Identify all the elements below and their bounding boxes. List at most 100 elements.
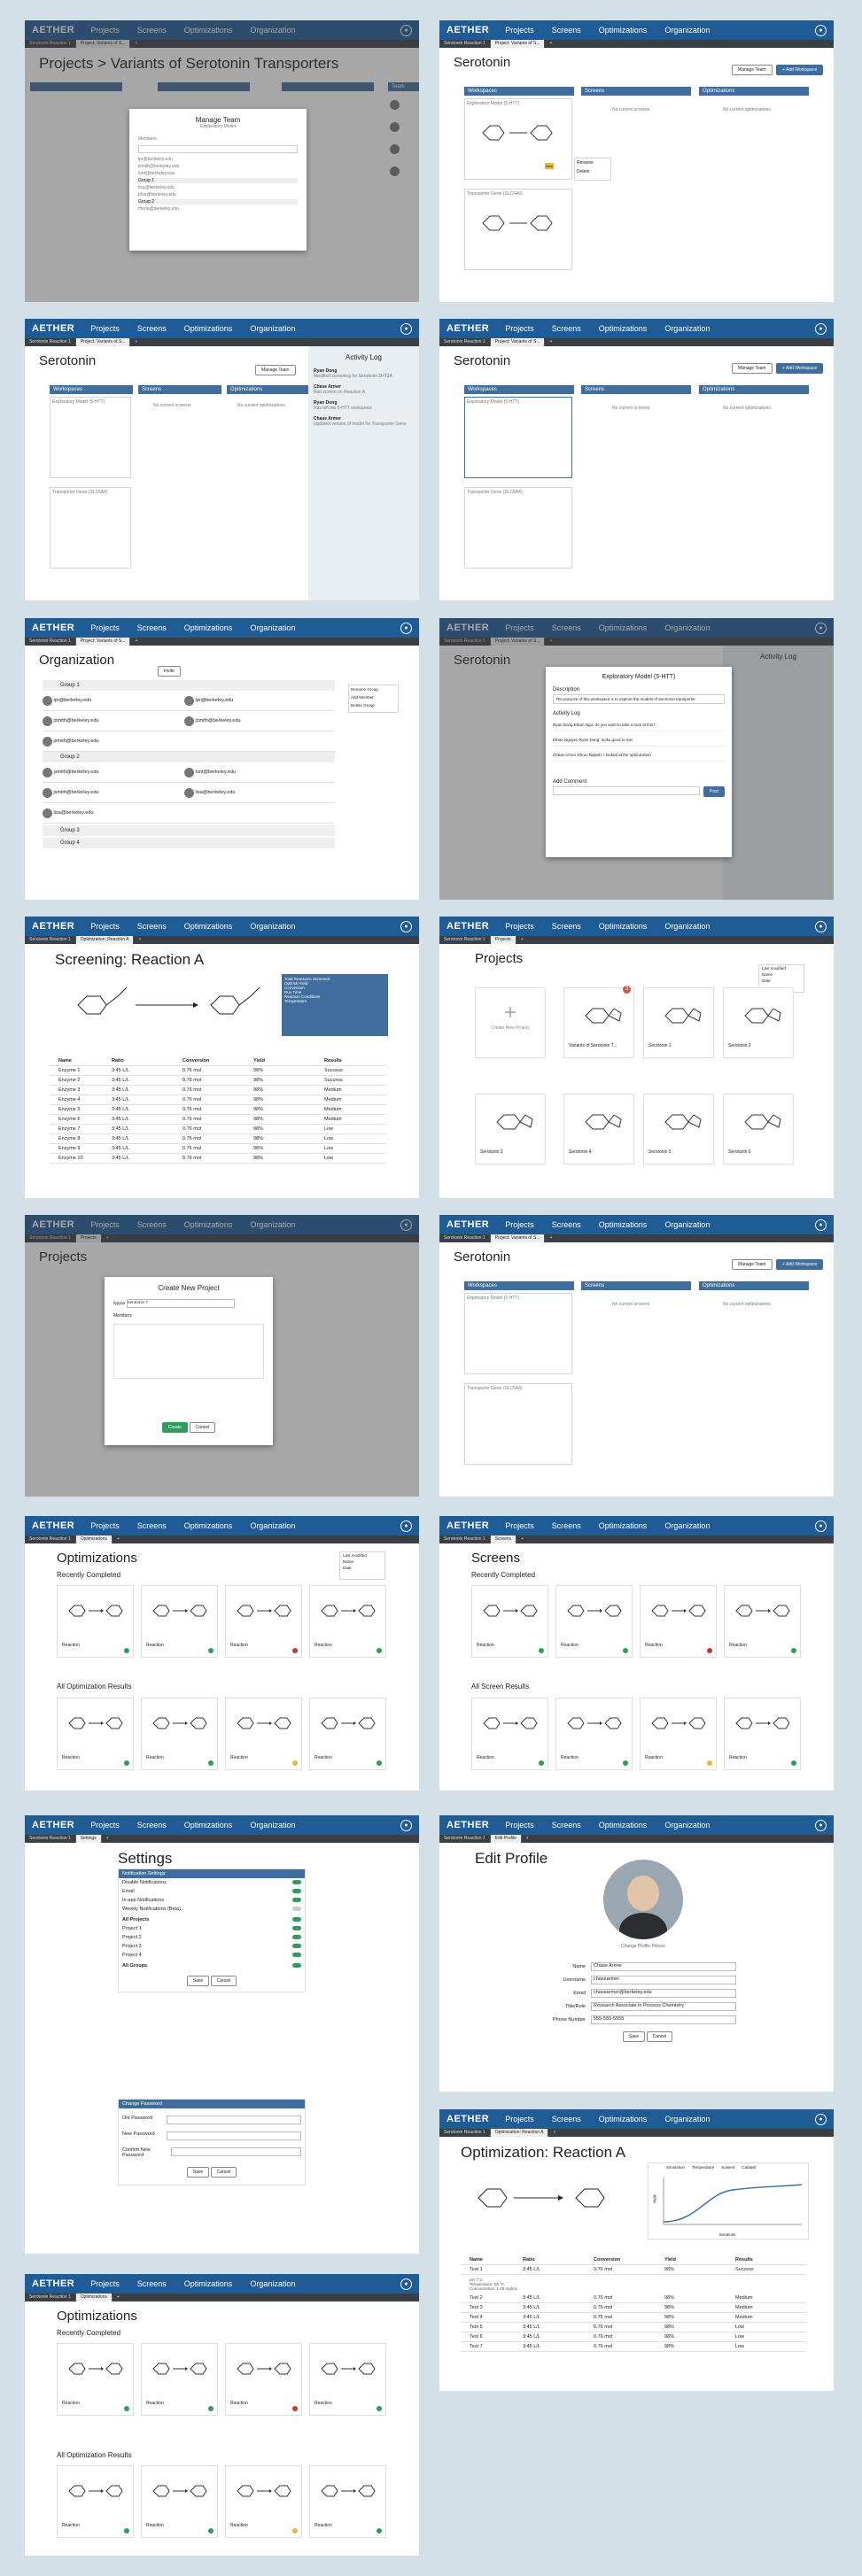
nav-optimizations[interactable]: Optimizations: [599, 922, 648, 931]
sort-option[interactable]: Name: [759, 971, 804, 978]
reaction-tile[interactable]: Reaction: [471, 1698, 548, 1770]
nav-screens[interactable]: Screens: [552, 1220, 581, 1229]
table-row[interactable]: Test 4 3:45 L/L 0.76 mol 98% Medium: [461, 2313, 806, 2323]
description-field[interactable]: The purpose of this workspace is to expl…: [553, 694, 725, 704]
nav-optimizations[interactable]: Optimizations: [599, 26, 648, 35]
tab[interactable]: Serotonin Reaction 1: [439, 2129, 491, 2137]
add-tab-button[interactable]: +: [548, 2129, 560, 2137]
project-tile[interactable]: Serotonin 3: [475, 1094, 546, 1164]
workspace-card[interactable]: Exploratory Model (5-HTT): [464, 397, 572, 478]
nav-organization[interactable]: Organization: [664, 1821, 710, 1830]
nav-optimizations[interactable]: Optimizations: [599, 1821, 648, 1830]
user-icon[interactable]: ●: [815, 1819, 827, 1831]
email-input[interactable]: chasearmer@berkeley.edu: [591, 1989, 736, 1998]
user-icon[interactable]: ●: [815, 2113, 827, 2125]
user-icon[interactable]: ●: [400, 322, 412, 335]
nav-screens[interactable]: Screens: [137, 2279, 167, 2288]
column-conversion[interactable]: Conversion: [594, 2257, 664, 2263]
sort-option[interactable]: Date: [759, 978, 804, 984]
reaction-tile[interactable]: Reaction: [225, 2343, 302, 2416]
app-logo[interactable]: AETHER: [439, 1520, 496, 1531]
add-tab-button[interactable]: +: [545, 338, 556, 346]
add-workspace-button[interactable]: + Add Workspace: [776, 65, 824, 75]
nav-organization[interactable]: Organization: [250, 922, 295, 931]
app-logo[interactable]: AETHER: [25, 323, 82, 334]
reaction-tile[interactable]: Reaction: [724, 1585, 801, 1658]
reaction-tile[interactable]: Reaction: [141, 1585, 218, 1658]
column-ratio[interactable]: Ratio: [112, 1058, 182, 1064]
user-icon[interactable]: ●: [815, 1218, 827, 1231]
app-logo[interactable]: AETHER: [25, 1520, 82, 1531]
toggle[interactable]: [292, 1963, 301, 1968]
nav-projects[interactable]: Projects: [505, 26, 534, 35]
toggle[interactable]: [292, 1926, 301, 1930]
user-icon[interactable]: ●: [815, 1520, 827, 1532]
cancel-button[interactable]: Cancel: [210, 1976, 237, 1986]
manage-team-button[interactable]: Manage Team: [732, 65, 773, 75]
tab[interactable]: Serotonin Reaction 1: [25, 338, 76, 346]
user-icon[interactable]: ●: [400, 1520, 412, 1532]
tab[interactable]: Serotonin Reaction 1: [25, 2294, 76, 2301]
tab[interactable]: Project: Variants of S...: [490, 40, 546, 48]
nav-screens[interactable]: Screens: [552, 26, 581, 35]
column-yield[interactable]: Yield: [664, 2257, 735, 2263]
add-tab-button[interactable]: +: [130, 638, 142, 646]
group-header[interactable]: Group 2: [43, 752, 335, 762]
add-tab-button[interactable]: +: [113, 2294, 124, 2301]
reaction-tile[interactable]: Reaction: [555, 1698, 633, 1770]
add-tab-button[interactable]: +: [516, 936, 528, 944]
tab[interactable]: Serotonin Reaction 1: [25, 638, 76, 646]
nav-screens[interactable]: Screens: [137, 623, 167, 632]
project-tile[interactable]: Serotonin 4: [563, 1094, 634, 1164]
nav-screens[interactable]: Screens: [137, 324, 167, 333]
user-icon[interactable]: ●: [400, 920, 412, 932]
nav-screens[interactable]: Screens: [552, 922, 581, 931]
menu-item[interactable]: Add Member: [349, 693, 398, 701]
nav-organization[interactable]: Organization: [250, 1821, 295, 1830]
reaction-tile[interactable]: Reaction: [309, 1585, 386, 1658]
cancel-button[interactable]: Cancel: [210, 2167, 237, 2178]
reaction-tile[interactable]: Reaction: [225, 1698, 302, 1770]
nav-projects[interactable]: Projects: [90, 1521, 120, 1530]
workspace-card[interactable]: Exploratory Model (5-HTT): [464, 1293, 572, 1374]
project-tile[interactable]: Serotonin 2: [723, 987, 794, 1058]
tab[interactable]: Serotonin Reaction 1: [25, 1835, 76, 1843]
project-tile[interactable]: Serotonin 6: [723, 1094, 794, 1164]
toggle[interactable]: [292, 1889, 301, 1893]
add-workspace-button[interactable]: + Add Workspace: [776, 1259, 824, 1270]
tab[interactable]: Project: Variants of S...: [490, 338, 546, 346]
tab[interactable]: Projects: [490, 936, 516, 944]
project-name-input[interactable]: Serotonin 7: [126, 1299, 235, 1308]
column-conversion[interactable]: Conversion: [182, 1058, 253, 1064]
nav-projects[interactable]: Projects: [90, 1821, 120, 1830]
nav-screens[interactable]: Screens: [137, 1821, 167, 1830]
post-button[interactable]: Post: [703, 786, 725, 797]
nav-projects[interactable]: Projects: [90, 623, 120, 632]
nav-optimizations[interactable]: Optimizations: [184, 922, 233, 931]
group-header[interactable]: Group 1: [43, 680, 335, 691]
toggle[interactable]: [292, 1880, 301, 1884]
title-input[interactable]: Research Associate in Process Chemistry: [591, 2002, 736, 2011]
nav-optimizations[interactable]: Optimizations: [184, 1821, 233, 1830]
nav-organization[interactable]: Organization: [250, 2279, 295, 2288]
tab[interactable]: Serotonin Reaction 1: [439, 338, 491, 346]
save-button[interactable]: Save: [622, 2031, 646, 2042]
app-logo[interactable]: AETHER: [439, 1219, 496, 1230]
nav-optimizations[interactable]: Optimizations: [599, 1220, 648, 1229]
project-tile[interactable]: Serotonin 5: [643, 1094, 714, 1164]
nav-projects[interactable]: Projects: [505, 2115, 534, 2123]
reaction-tile[interactable]: Reaction: [141, 1698, 218, 1770]
app-logo[interactable]: AETHER: [25, 2278, 82, 2289]
app-logo[interactable]: AETHER: [439, 323, 496, 334]
add-tab-button[interactable]: +: [134, 936, 145, 944]
legend-item[interactable]: Simulation: [666, 2165, 685, 2170]
add-workspace-button[interactable]: + Add Workspace: [776, 363, 824, 374]
reaction-tile[interactable]: Reaction: [724, 1698, 801, 1770]
create-project-tile[interactable]: + Create New Project: [475, 987, 546, 1058]
nav-optimizations[interactable]: Optimizations: [599, 1521, 648, 1530]
nav-organization[interactable]: Organization: [250, 623, 295, 632]
table-row[interactable]: Enzyme 10 3:45 L/L 0.76 mol 98% Low: [50, 1154, 386, 1164]
user-icon[interactable]: ●: [815, 920, 827, 932]
reaction-tile[interactable]: Reaction: [225, 2465, 302, 2538]
menu-item[interactable]: Rename Group: [349, 685, 398, 693]
